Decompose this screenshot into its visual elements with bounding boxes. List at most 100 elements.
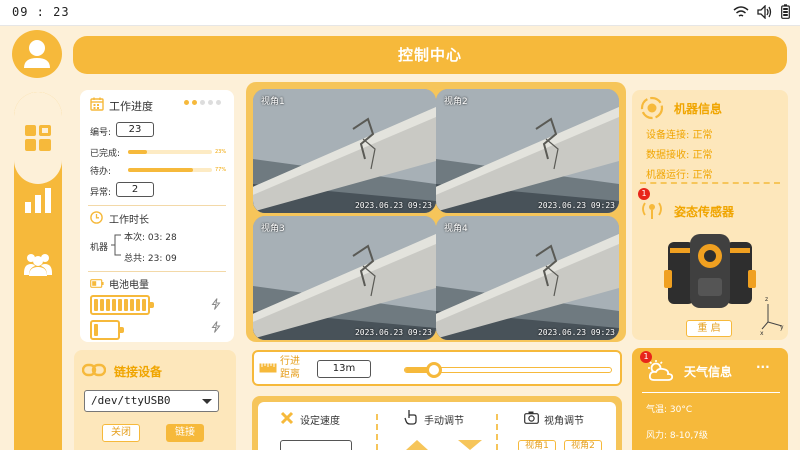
camera-label: 视角2 (444, 97, 468, 107)
weather-title: 天气信息 (684, 365, 733, 379)
view-adjust-label: 视角调节 (544, 416, 584, 427)
side-rail (14, 92, 62, 450)
camera-timestamp: 2023.06.23 09:23 (537, 328, 615, 337)
camera-view-1[interactable]: 视角1 2023.06.23 09:23 (253, 89, 436, 213)
weather-alert-badge: 1 (640, 351, 652, 363)
divider (88, 271, 226, 272)
camera-timestamp: 2023.06.23 09:23 (354, 328, 432, 337)
data-receive-status: 数据接收: 正常 (646, 150, 713, 161)
divider (376, 414, 378, 450)
rail-item-dashboard[interactable] (14, 114, 62, 162)
camera-label: 视角1 (261, 97, 285, 107)
bar-chart-icon (25, 188, 51, 213)
dashboard-icon (25, 125, 51, 151)
camera-icon (524, 411, 539, 424)
distance-label: 行进距离 (280, 356, 300, 380)
rail-item-users[interactable] (14, 240, 62, 288)
id-label: 编号: (90, 128, 112, 138)
battery-level-2 (90, 320, 124, 340)
speed-input[interactable] (280, 440, 352, 450)
distance-value: 13m (317, 360, 371, 378)
temperature-text: 气温: 30°C (646, 405, 693, 415)
user-icon (24, 40, 50, 68)
pending-label: 待办: (90, 167, 112, 177)
view-2-button[interactable]: 视角2 (564, 440, 602, 450)
done-progress-bar (128, 150, 212, 154)
distance-slider[interactable] (404, 362, 612, 378)
more-options-icon[interactable]: ··· (756, 360, 770, 374)
machine-gear-icon (640, 96, 664, 120)
pending-percent: 77% (215, 167, 227, 173)
status-clock: 09 : 23 (12, 5, 70, 19)
weather-card: 1 天气信息 ··· 气温: 30°C 风力: 8-10,7级 (632, 348, 788, 450)
camera-label: 视角3 (261, 224, 285, 234)
battery-title: 电池电量 (109, 280, 149, 291)
camera-timestamp: 2023.06.23 09:23 (537, 201, 615, 210)
arrow-down-icon[interactable] (458, 440, 482, 450)
divider (496, 414, 498, 450)
battery-cell (100, 299, 104, 311)
view-1-button[interactable]: 视角1 (518, 440, 556, 450)
axis-x-label: x (760, 330, 764, 337)
lightning-icon (211, 298, 221, 310)
camera-label: 视角4 (444, 224, 468, 234)
header-bar: 控制中心 (73, 36, 787, 74)
camera-view-2[interactable]: 视角2 2023.06.23 09:23 (436, 89, 619, 213)
attitude-sensor-title: 姿态传感器 (674, 205, 735, 219)
battery-cell (142, 299, 146, 311)
battery-cell (124, 299, 128, 311)
battery-cell (106, 299, 110, 311)
divider (642, 392, 780, 393)
time-bracket (111, 234, 121, 256)
connect-button[interactable]: 链接 (166, 424, 204, 442)
user-avatar[interactable] (12, 30, 62, 78)
control-panel: 设定速度 手动调节 视角调节 视角1 视角2 (252, 396, 622, 450)
axis-y-label: y (780, 324, 784, 331)
battery-cell (94, 324, 98, 336)
id-value: 23 (116, 122, 154, 137)
wifi-icon (733, 5, 749, 17)
camera-view-4[interactable]: 视角4 2023.06.23 09:23 (436, 216, 619, 340)
battery-cell (136, 299, 140, 311)
divider (640, 182, 780, 184)
slider-handle[interactable] (425, 362, 442, 378)
battery-status-icon (781, 4, 790, 19)
machine-run-status: 机器运行: 正常 (646, 170, 713, 181)
close-button[interactable]: 关闭 (102, 424, 140, 442)
pipe-image (253, 216, 436, 340)
ruler-icon (259, 363, 277, 373)
machine-info-title: 机器信息 (674, 102, 723, 116)
machine-label: 机器 (90, 243, 109, 253)
axis-z-label: z (765, 296, 769, 303)
done-label: 已完成: (90, 149, 121, 159)
hand-pointer-icon (404, 410, 417, 425)
battery-level-1 (90, 295, 154, 315)
pending-progress-bar (128, 168, 212, 172)
weather-sun-cloud-icon (648, 360, 674, 381)
calendar-icon (90, 97, 104, 111)
battery-cell (118, 299, 122, 311)
error-value: 2 (116, 182, 154, 197)
battery-cell (130, 299, 134, 311)
page-dots[interactable] (184, 100, 221, 105)
control-panel-inner: 设定速度 手动调节 视角调节 视角1 视角2 (258, 402, 616, 450)
restart-button[interactable]: 重 启 (686, 320, 732, 337)
status-icons (733, 4, 790, 19)
battery-cell (112, 299, 116, 311)
sensor-alert-badge: 1 (638, 188, 650, 200)
travel-distance-bar: 行进距离 13m (252, 350, 622, 386)
rail-item-statistics[interactable] (14, 176, 62, 224)
link-icon (82, 363, 106, 377)
robot-image (664, 234, 756, 308)
camera-view-3[interactable]: 视角3 2023.06.23 09:23 (253, 216, 436, 340)
work-time-title: 工作时长 (109, 215, 149, 226)
pipe-image (436, 89, 619, 213)
device-select[interactable]: /dev/ttyUSB0 (84, 390, 219, 412)
lightning-icon (211, 321, 221, 333)
clock-icon (90, 211, 103, 224)
group-icon (24, 254, 52, 276)
arrow-up-icon[interactable] (406, 440, 428, 450)
wind-text: 风力: 8-10,7级 (646, 431, 708, 441)
manual-adjust-label: 手动调节 (424, 416, 464, 427)
camera-panel: 视角1 2023.06.23 09:23 视角2 2023.06.23 09:2… (246, 82, 626, 342)
